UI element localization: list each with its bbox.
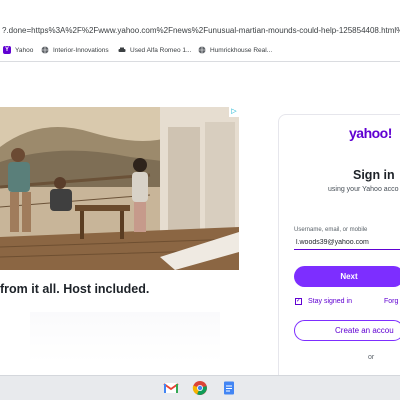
username-input[interactable] xyxy=(294,236,400,250)
bookmark-label: Used Alfa Romeo 1... xyxy=(130,46,192,54)
yahoo-bookmark-icon: Y xyxy=(3,46,11,54)
ad-image[interactable] xyxy=(0,107,239,270)
signin-title: Sign in xyxy=(353,168,395,182)
create-account-button[interactable]: Create an accou xyxy=(294,320,400,341)
next-button[interactable]: Next xyxy=(294,266,400,287)
globe-icon xyxy=(41,46,49,54)
ad-choices-icon[interactable]: ▷ xyxy=(229,107,239,117)
forgot-username-link[interactable]: Forg xyxy=(384,298,398,305)
gmail-icon[interactable] xyxy=(163,380,179,396)
or-divider: or xyxy=(368,354,375,361)
stay-signed-in-label: Stay signed in xyxy=(308,298,352,305)
address-bar[interactable]: ?.done=https%3A%2F%2Fwww.yahoo.com%2Fnew… xyxy=(0,0,400,40)
bookmark-label: Humrickhouse Real... xyxy=(210,46,273,54)
stay-signed-in-checkbox[interactable]: ✓ xyxy=(295,298,302,305)
globe-icon xyxy=(198,46,206,54)
bookmark-interior-innovations[interactable]: Interior-Innovations xyxy=(41,46,109,54)
bookmark-used-alfa-romeo[interactable]: Used Alfa Romeo 1... xyxy=(118,46,191,54)
bookmark-yahoo[interactable]: Y Yahoo xyxy=(3,46,33,54)
bookmark-label: Yahoo xyxy=(15,46,34,54)
docs-icon[interactable] xyxy=(221,380,237,396)
yahoo-logo: yahoo! xyxy=(349,125,392,141)
bookmark-humrickhouse[interactable]: Humrickhouse Real... xyxy=(198,46,272,54)
username-label: Username, email, or mobile xyxy=(294,227,368,233)
bookmark-label: Interior-Innovations xyxy=(53,46,109,54)
car-icon xyxy=(118,46,126,54)
stay-signed-in[interactable]: ✓ Stay signed in xyxy=(295,298,352,305)
faded-content xyxy=(30,312,220,362)
chrome-icon[interactable] xyxy=(192,380,208,396)
signin-subtitle: using your Yahoo acco xyxy=(328,186,399,193)
url-text[interactable]: ?.done=https%3A%2F%2Fwww.yahoo.com%2Fnew… xyxy=(2,26,400,35)
ad-headline[interactable]: from it all. Host included. xyxy=(0,282,149,296)
ad-photo xyxy=(0,107,239,270)
bookmarks-bar: Y Yahoo Interior-Innovations Used Alfa R… xyxy=(0,40,400,62)
taskbar xyxy=(0,375,400,400)
